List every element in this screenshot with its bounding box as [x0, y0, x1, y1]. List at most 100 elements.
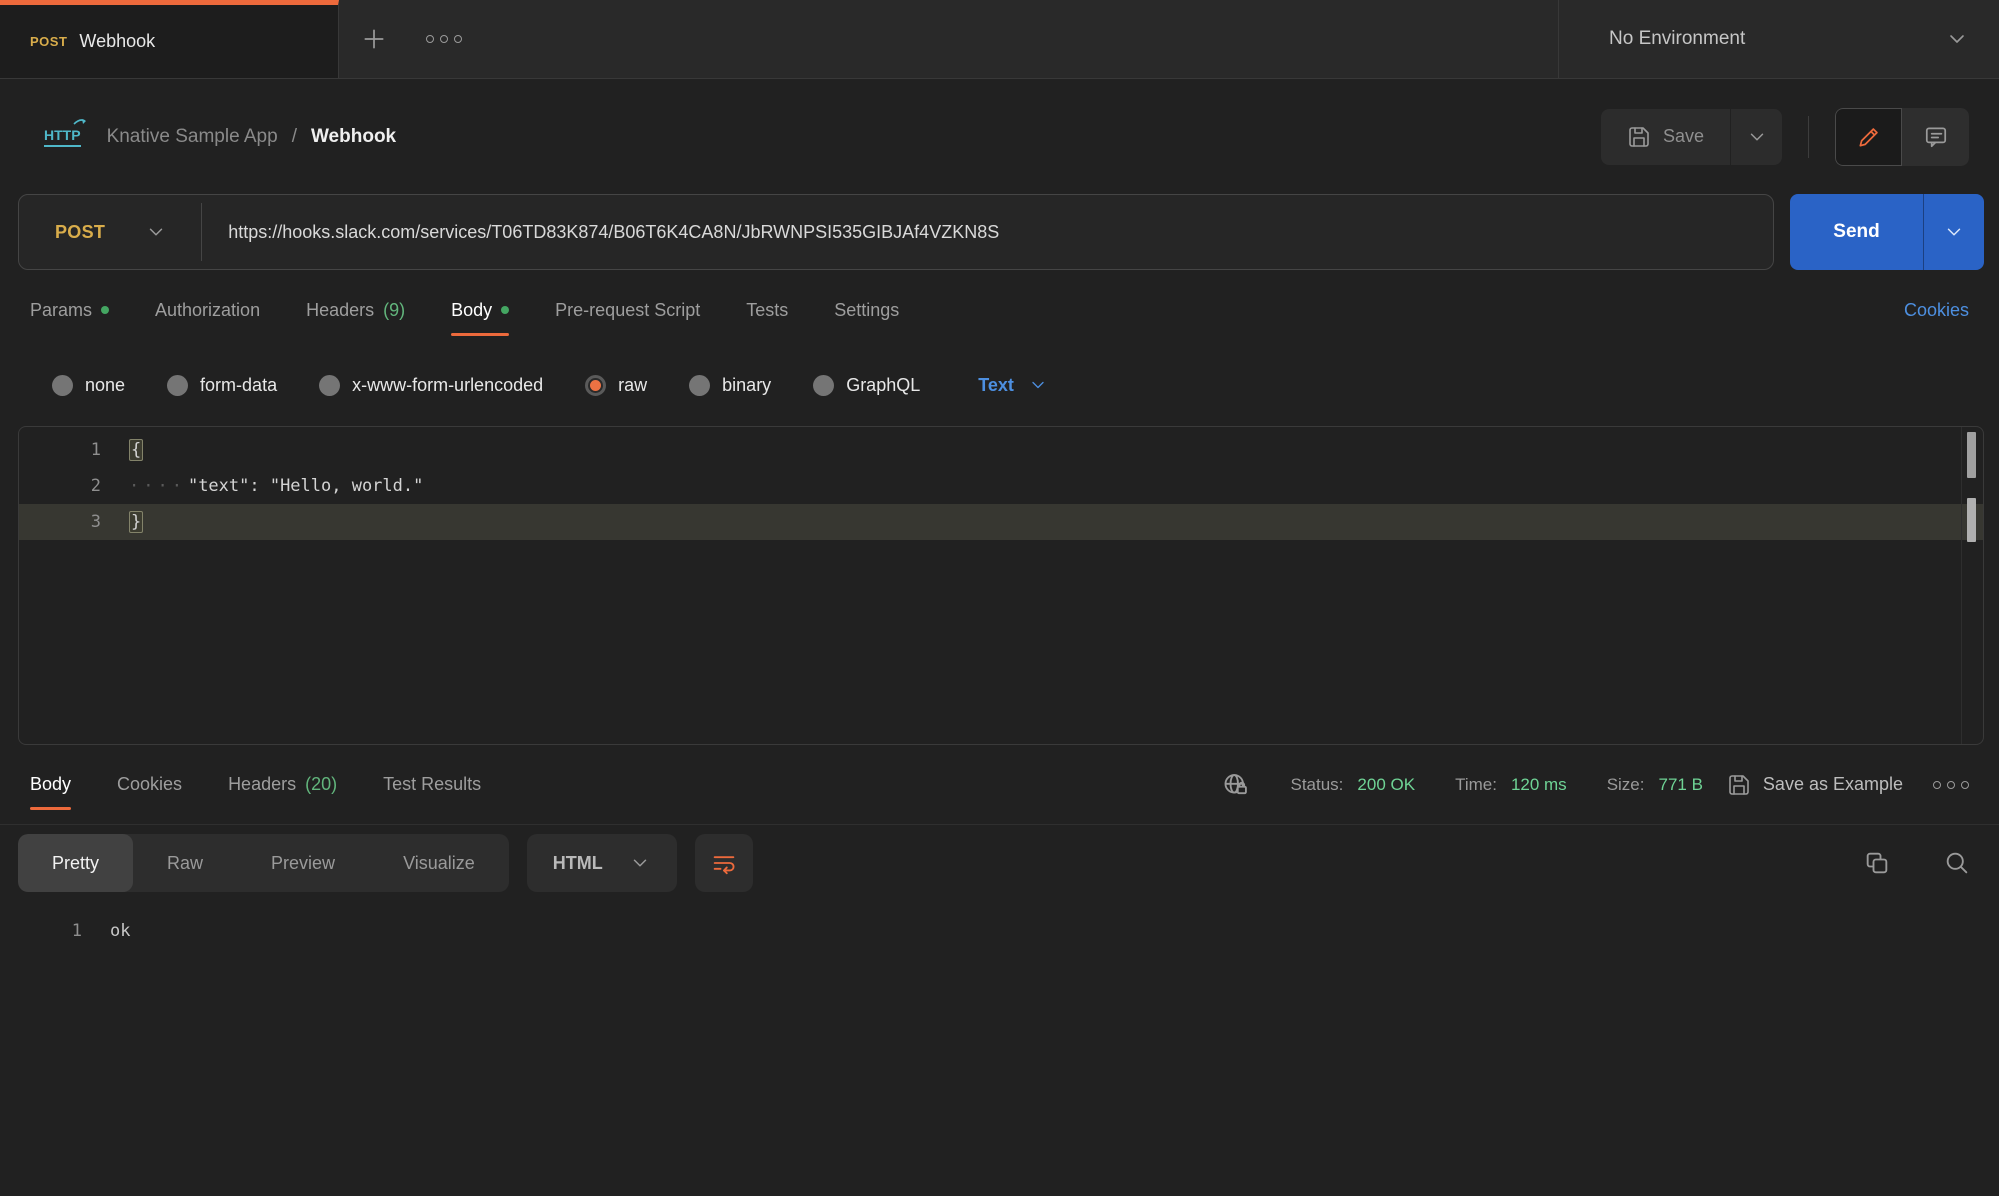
edit-description-button[interactable]: [1835, 108, 1902, 166]
line-number: 3: [19, 512, 101, 532]
scrollbar-thumb[interactable]: [1967, 432, 1976, 478]
breadcrumb-request-name[interactable]: Webhook: [311, 126, 396, 148]
response-tab-test-results[interactable]: Test Results: [383, 745, 481, 824]
size-value[interactable]: 771 B: [1658, 775, 1702, 795]
save-as-example-button[interactable]: Save as Example: [1727, 773, 1903, 797]
tab-settings[interactable]: Settings: [834, 270, 899, 350]
body-mode-none[interactable]: none: [52, 375, 125, 396]
tab-headers[interactable]: Headers (9): [306, 270, 405, 350]
request-header: HTTP Knative Sample App / Webhook Save: [0, 79, 1999, 194]
body-mode-form-data[interactable]: form-data: [167, 375, 277, 396]
breadcrumb-separator: /: [292, 126, 297, 148]
bracket-match: {: [129, 439, 143, 461]
line-number: 2: [19, 476, 101, 496]
network-globe-lock-icon[interactable]: [1222, 771, 1250, 799]
tab-method-badge: POST: [30, 34, 67, 49]
body-dot-indicator: [501, 306, 509, 314]
url-bar: POST https://hooks.slack.com/services/T0…: [18, 194, 1774, 270]
status-value[interactable]: 200 OK: [1357, 775, 1415, 795]
body-mode-urlencoded[interactable]: x-www-form-urlencoded: [319, 375, 543, 396]
time-label: Time:: [1455, 775, 1497, 795]
time-value[interactable]: 120 ms: [1511, 775, 1567, 795]
raw-language-select[interactable]: Text: [978, 375, 1048, 396]
send-button[interactable]: Send: [1790, 194, 1923, 270]
response-tabs: Body Cookies Headers (20) Test Results: [30, 745, 481, 824]
request-tab[interactable]: POST Webhook: [0, 0, 339, 78]
request-body-editor[interactable]: 1 { 2 ····"text": "Hello, world." 3 }: [18, 426, 1984, 745]
bracket-match: }: [129, 511, 143, 533]
wrap-text-button[interactable]: [695, 834, 753, 892]
tab-options-button[interactable]: [409, 0, 479, 78]
request-tabs: Params Authorization Headers (9) Body Pr…: [0, 270, 1999, 350]
floppy-save-icon: [1627, 125, 1651, 149]
tab-strip: POST Webhook No Environment: [0, 0, 1999, 79]
comment-icon: [1923, 124, 1949, 150]
params-dot-indicator: [101, 306, 109, 314]
save-button[interactable]: Save: [1601, 109, 1730, 165]
response-tab-body[interactable]: Body: [30, 745, 71, 824]
comments-button[interactable]: [1902, 108, 1969, 166]
view-preview[interactable]: Preview: [237, 834, 369, 892]
cursor-position-marker: [1967, 498, 1976, 542]
url-input[interactable]: https://hooks.slack.com/services/T06TD83…: [202, 222, 999, 243]
body-mode-binary[interactable]: binary: [689, 375, 771, 396]
copy-response-button[interactable]: [1863, 849, 1891, 877]
tab-title: Webhook: [79, 31, 155, 52]
header-actions: Save: [1601, 108, 1969, 166]
response-format-select[interactable]: HTML: [527, 834, 677, 892]
editor-scrollbar: [1961, 427, 1983, 744]
headers-count: (9): [383, 300, 405, 321]
environment-label: No Environment: [1609, 28, 1945, 50]
search-response-button[interactable]: [1943, 849, 1971, 877]
save-button-label: Save: [1663, 126, 1704, 147]
tab-params[interactable]: Params: [30, 270, 109, 350]
breadcrumb-workspace[interactable]: Knative Sample App: [107, 126, 278, 148]
editor-lines: 1 { 2 ····"text": "Hello, world." 3 }: [19, 427, 1983, 540]
response-options-button[interactable]: [1933, 781, 1969, 789]
body-mode-raw[interactable]: raw: [585, 375, 647, 396]
url-row: POST https://hooks.slack.com/services/T0…: [0, 194, 1999, 270]
app-window: POST Webhook No Environment HTTP Knative…: [0, 0, 1999, 1196]
response-toolbar-right: [1863, 849, 1971, 877]
format-value: HTML: [553, 853, 603, 874]
response-header: Body Cookies Headers (20) Test Results: [0, 745, 1999, 825]
method-select[interactable]: POST: [19, 221, 201, 243]
environment-selector[interactable]: No Environment: [1558, 0, 1999, 78]
tab-authorization[interactable]: Authorization: [155, 270, 260, 350]
http-protocol-icon: HTTP: [44, 127, 81, 147]
send-options-button[interactable]: [1923, 194, 1984, 270]
view-raw[interactable]: Raw: [133, 834, 237, 892]
tab-strip-spacer: [479, 0, 1558, 78]
tab-tests[interactable]: Tests: [746, 270, 788, 350]
send-button-group: Send: [1790, 194, 1984, 270]
method-value: POST: [55, 222, 105, 243]
tab-pre-request-script[interactable]: Pre-request Script: [555, 270, 700, 350]
radio-icon: [813, 375, 834, 396]
code-line: 2 ····"text": "Hello, world.": [19, 468, 1983, 504]
view-pretty[interactable]: Pretty: [18, 834, 133, 892]
body-mode-row: none form-data x-www-form-urlencoded raw…: [0, 350, 1999, 420]
response-headers-count: (20): [305, 774, 337, 795]
view-visualize[interactable]: Visualize: [369, 834, 509, 892]
search-icon: [1943, 849, 1971, 877]
radio-icon: [689, 375, 710, 396]
cookies-link[interactable]: Cookies: [1904, 300, 1969, 321]
chevron-down-icon: [1943, 221, 1965, 243]
whitespace-dots: ····: [129, 476, 186, 496]
pencil-icon: [1856, 124, 1882, 150]
tab-body[interactable]: Body: [451, 270, 509, 350]
body-mode-graphql[interactable]: GraphQL: [813, 375, 920, 396]
code-line: 1 {: [19, 432, 1983, 468]
more-options-icon: [1933, 781, 1969, 789]
more-options-icon: [426, 35, 462, 43]
response-tab-headers[interactable]: Headers (20): [228, 745, 337, 824]
response-tab-cookies[interactable]: Cookies: [117, 745, 182, 824]
add-tab-button[interactable]: [339, 0, 409, 78]
radio-icon: [167, 375, 188, 396]
chevron-down-icon: [1746, 126, 1768, 148]
plus-icon: [361, 26, 387, 52]
chevron-down-icon: [629, 852, 651, 874]
save-as-example-label: Save as Example: [1763, 774, 1903, 795]
save-options-button[interactable]: [1730, 109, 1782, 165]
response-body-viewer[interactable]: 1 ok: [0, 901, 1999, 1196]
